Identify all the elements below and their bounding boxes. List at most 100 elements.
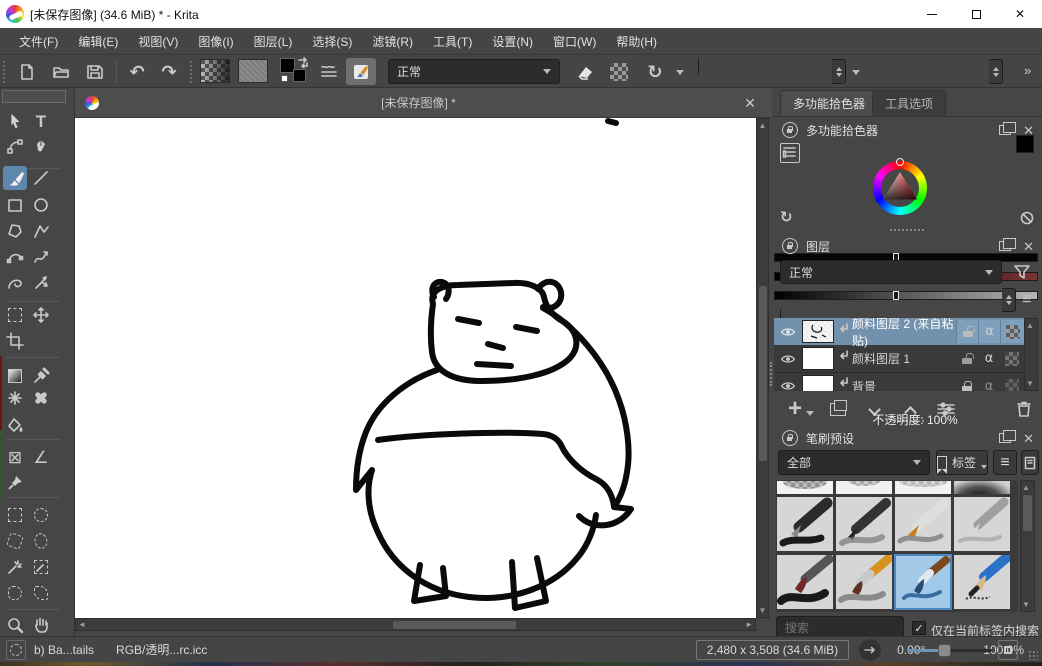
color-wheel[interactable] (873, 161, 927, 215)
color-sampler-tool[interactable] (29, 364, 53, 388)
toolbar-drag-handle[interactable] (3, 61, 9, 83)
layer-blending-mode-dropdown[interactable]: 正常 (780, 260, 1002, 284)
layer-opacity-spinner[interactable] (1002, 288, 1016, 312)
open-document-button[interactable] (48, 59, 74, 85)
menu-layer[interactable]: 图层(L) (245, 29, 302, 54)
rectangular-selection-tool[interactable] (3, 503, 27, 527)
fill-tool[interactable] (3, 413, 27, 437)
scroll-right-arrow[interactable]: ► (745, 620, 753, 629)
undo-button[interactable]: ↶ (124, 59, 150, 85)
reference-images-tool[interactable] (3, 471, 27, 495)
close-docker-icon[interactable]: ✕ (1023, 240, 1034, 253)
crop-tool[interactable] (3, 329, 27, 353)
brush-preset-tile-selected[interactable] (894, 554, 952, 610)
pattern-edit-tool[interactable] (3, 386, 27, 410)
toolbox-header[interactable] (2, 90, 66, 103)
color-profile-label[interactable]: RGB/透明...rc.icc (116, 641, 207, 658)
select-shapes-tool[interactable] (3, 109, 27, 133)
move-tool[interactable] (29, 303, 53, 327)
bezier-selection-tool[interactable] (29, 555, 53, 579)
canvas-rotation-icon[interactable] (859, 639, 881, 661)
background-color-swatch[interactable] (293, 69, 306, 82)
maximize-button[interactable] (954, 0, 998, 28)
menu-file[interactable]: 文件(F) (10, 29, 67, 54)
menu-filter[interactable]: 滤镜(R) (363, 29, 422, 54)
magnetic-selection-tool[interactable] (3, 581, 27, 605)
smart-patch-tool[interactable] (29, 386, 53, 410)
toolbar-drag-handle-2[interactable] (190, 61, 196, 83)
vertical-scroll-handle[interactable] (759, 286, 767, 461)
no-color-icon[interactable] (1020, 211, 1034, 225)
search-scope-checkbox[interactable]: ✓ (912, 621, 926, 635)
ellipse-tool[interactable] (29, 193, 53, 217)
choose-brush-preset-button[interactable] (316, 59, 342, 85)
brush-preset-tile[interactable] (835, 554, 893, 610)
reload-original-preset-button[interactable]: ↻ (642, 59, 668, 85)
canvas[interactable] (75, 118, 756, 618)
minimize-button[interactable] (910, 0, 954, 28)
bezier-curve-tool[interactable] (3, 245, 27, 269)
save-button[interactable] (82, 59, 108, 85)
menu-image[interactable]: 图像(I) (189, 29, 242, 54)
menu-help[interactable]: 帮助(H) (607, 29, 666, 54)
close-button[interactable]: ✕ (998, 0, 1042, 28)
menu-select[interactable]: 选择(S) (303, 29, 361, 54)
polygon-tool[interactable] (3, 219, 27, 243)
transform-tool[interactable] (3, 303, 27, 327)
color-selector-settings-button[interactable] (780, 143, 800, 163)
menu-view[interactable]: 视图(V) (129, 29, 187, 54)
zoom-fit-button[interactable] (998, 640, 1018, 660)
menu-edit[interactable]: 编辑(E) (69, 29, 127, 54)
menu-tools[interactable]: 工具(T) (424, 29, 481, 54)
gradient-chooser-swatch[interactable] (200, 59, 230, 83)
line-tool[interactable] (29, 166, 53, 190)
canvas-horizontal-scrollbar[interactable]: ◄ ► (75, 618, 756, 631)
scroll-left-arrow[interactable]: ◄ (78, 620, 86, 629)
edit-shapes-tool[interactable] (3, 135, 27, 159)
scroll-down-arrow[interactable]: ▼ (1022, 600, 1030, 609)
menu-window[interactable]: 窗口(W) (544, 29, 605, 54)
freehand-path-tool[interactable] (29, 245, 53, 269)
layer-filter-funnel-icon[interactable] (1012, 262, 1032, 282)
canvas-subwindow-titlebar[interactable]: [未保存图像] * ✕ (75, 88, 772, 118)
layer-options-menu-icon[interactable]: ≡ (1022, 292, 1031, 308)
enclose-fill-tool[interactable] (29, 581, 53, 605)
docker-lock-icon[interactable] (782, 122, 798, 138)
blending-mode-dropdown[interactable]: 正常 (388, 59, 560, 84)
image-size-button[interactable]: 2,480 x 3,508 (34.6 MiB) (696, 640, 849, 660)
new-document-button[interactable] (14, 59, 40, 85)
text-tool[interactable]: T (29, 109, 53, 133)
rectangle-tool[interactable] (3, 193, 27, 217)
current-brush-name[interactable]: b) Ba...tails (34, 643, 94, 657)
zoom-slider-track[interactable] (908, 649, 992, 652)
float-docker-icon[interactable] (999, 241, 1011, 251)
menu-settings[interactable]: 设置(N) (483, 29, 542, 54)
pan-tool[interactable] (29, 613, 53, 637)
eraser-mode-button[interactable] (572, 59, 598, 85)
zoom-tool[interactable] (3, 613, 27, 637)
panel-resize-handle[interactable] (890, 229, 924, 231)
redo-button[interactable]: ↷ (156, 59, 182, 85)
gradient-tool[interactable] (3, 364, 27, 388)
multibrush-tool[interactable] (29, 271, 53, 295)
polyline-tool[interactable] (29, 219, 53, 243)
docker-lock-icon[interactable] (782, 238, 798, 254)
canvas-vertical-scrollbar[interactable]: ▲ ▼ (756, 118, 769, 618)
refresh-history-icon[interactable]: ↻ (780, 210, 793, 225)
window-resize-grip[interactable] (1028, 650, 1038, 660)
horizontal-scroll-handle[interactable] (393, 621, 516, 629)
reload-dropdown-arrow[interactable] (676, 70, 684, 75)
preserve-alpha-button[interactable] (606, 59, 632, 85)
swap-colors-icon[interactable] (297, 56, 309, 68)
zoom-slider-handle[interactable] (938, 644, 951, 657)
similar-color-selection-tool[interactable] (3, 555, 27, 579)
scroll-up-arrow[interactable]: ▲ (757, 121, 768, 130)
elliptical-selection-tool[interactable] (29, 503, 53, 527)
freehand-brush-tool[interactable] (3, 166, 27, 190)
freehand-selection-tool[interactable] (29, 529, 53, 553)
foreground-background-colors[interactable] (280, 58, 310, 86)
measure-tool[interactable]: ∠ (29, 445, 53, 469)
dynamic-brush-tool[interactable] (3, 271, 27, 295)
reset-colors-icon[interactable] (281, 75, 288, 82)
scroll-down-arrow[interactable]: ▼ (757, 606, 768, 615)
